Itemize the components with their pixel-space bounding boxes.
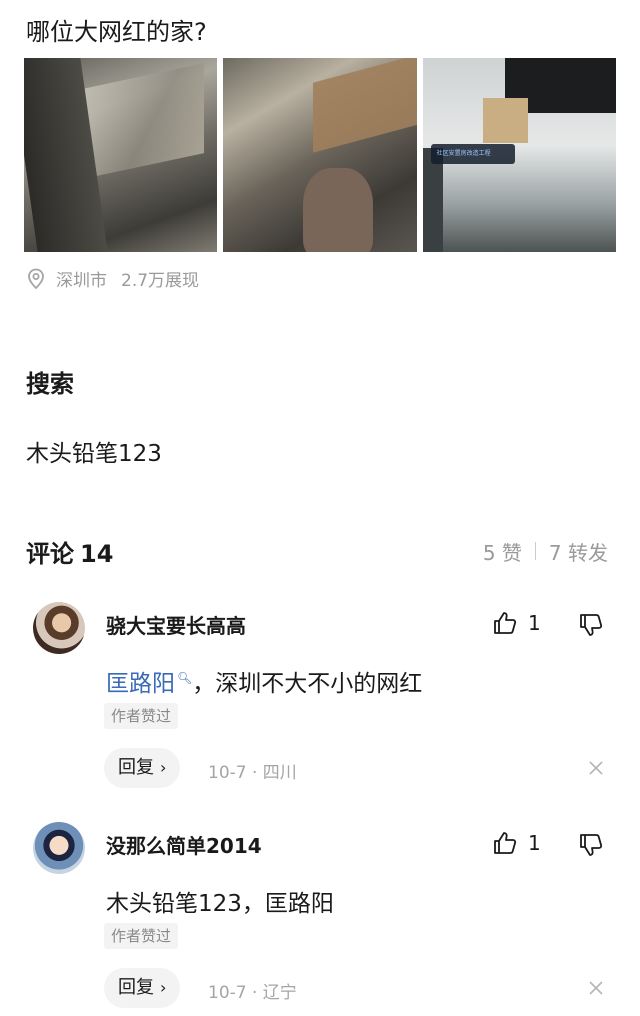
search-icon: 🔍︎	[177, 671, 193, 686]
search-term[interactable]: 木头铅笔123	[26, 434, 162, 468]
reply-button[interactable]: 回复 ›	[104, 968, 181, 1008]
thumbs-up-icon	[494, 612, 517, 634]
close-button[interactable]	[587, 979, 605, 1001]
avatar[interactable]	[33, 822, 85, 874]
reposts-stat[interactable]: 7 转发	[549, 537, 608, 566]
mention-link[interactable]: 匡路阳 🔍︎	[106, 671, 192, 697]
post-stats: 5 赞 7 转发	[483, 537, 608, 566]
comments-count: 14	[80, 539, 114, 568]
reply-button[interactable]: 回复 ›	[104, 748, 181, 788]
post-photo[interactable]	[24, 58, 218, 252]
likes-stat[interactable]: 5 赞	[483, 537, 522, 566]
author-liked-badge: 作者赞过	[104, 703, 179, 729]
chevron-right-icon: ›	[160, 758, 167, 777]
close-icon	[589, 761, 603, 775]
post-photo[interactable]: 社区安置房改造工程	[422, 58, 616, 252]
comment-text: 匡路阳 🔍︎，深圳不大不小的网红	[106, 664, 422, 698]
comment-text: 木头铅笔123，匡路阳	[106, 891, 334, 917]
like-count: 1	[528, 831, 541, 855]
like-count: 1	[528, 611, 541, 635]
comments-label: 评论	[26, 539, 74, 568]
photo-grid: 社区安置房改造工程	[24, 58, 616, 252]
comment-meta: 10-7 · 辽宁	[208, 983, 297, 1003]
comments-header: 评论 14 5 赞 7 转发	[26, 534, 608, 568]
dislike-button[interactable]	[578, 612, 604, 642]
comment-username[interactable]: 骁大宝要长高高	[106, 610, 246, 639]
dislike-button[interactable]	[578, 832, 604, 862]
chevron-right-icon: ›	[160, 978, 167, 997]
thumbs-up-icon	[494, 832, 517, 854]
reply-label: 回复	[118, 757, 154, 778]
post-location: 深圳市 2.7万展现	[26, 266, 199, 291]
search-section-label: 搜索	[26, 370, 74, 398]
author-liked-badge: 作者赞过	[104, 923, 179, 949]
thumbs-down-icon	[580, 614, 603, 636]
photo-overlay-text: 社区安置房改造工程	[430, 144, 515, 164]
close-icon	[589, 981, 603, 995]
comments-title: 评论 14	[26, 534, 113, 569]
comment-meta: 10-7 · 四川	[208, 763, 297, 783]
post-photo[interactable]	[223, 58, 417, 252]
comment-username[interactable]: 没那么简单2014	[106, 830, 262, 859]
thumbs-down-icon	[580, 834, 603, 856]
view-count: 2.7万展现	[121, 271, 200, 291]
close-button[interactable]	[587, 759, 605, 781]
avatar[interactable]	[33, 602, 85, 654]
like-button[interactable]: 1	[492, 830, 541, 856]
stats-divider	[534, 542, 536, 560]
reply-label: 回复	[118, 977, 154, 998]
location-text[interactable]: 深圳市	[56, 266, 107, 291]
like-button[interactable]: 1	[492, 610, 541, 636]
comment-body: ，深圳不大不小的网红	[192, 671, 423, 697]
mention-name: 匡路阳	[106, 671, 175, 697]
post-title: 哪位大网红的家?	[26, 18, 207, 46]
location-pin-icon	[28, 268, 44, 289]
